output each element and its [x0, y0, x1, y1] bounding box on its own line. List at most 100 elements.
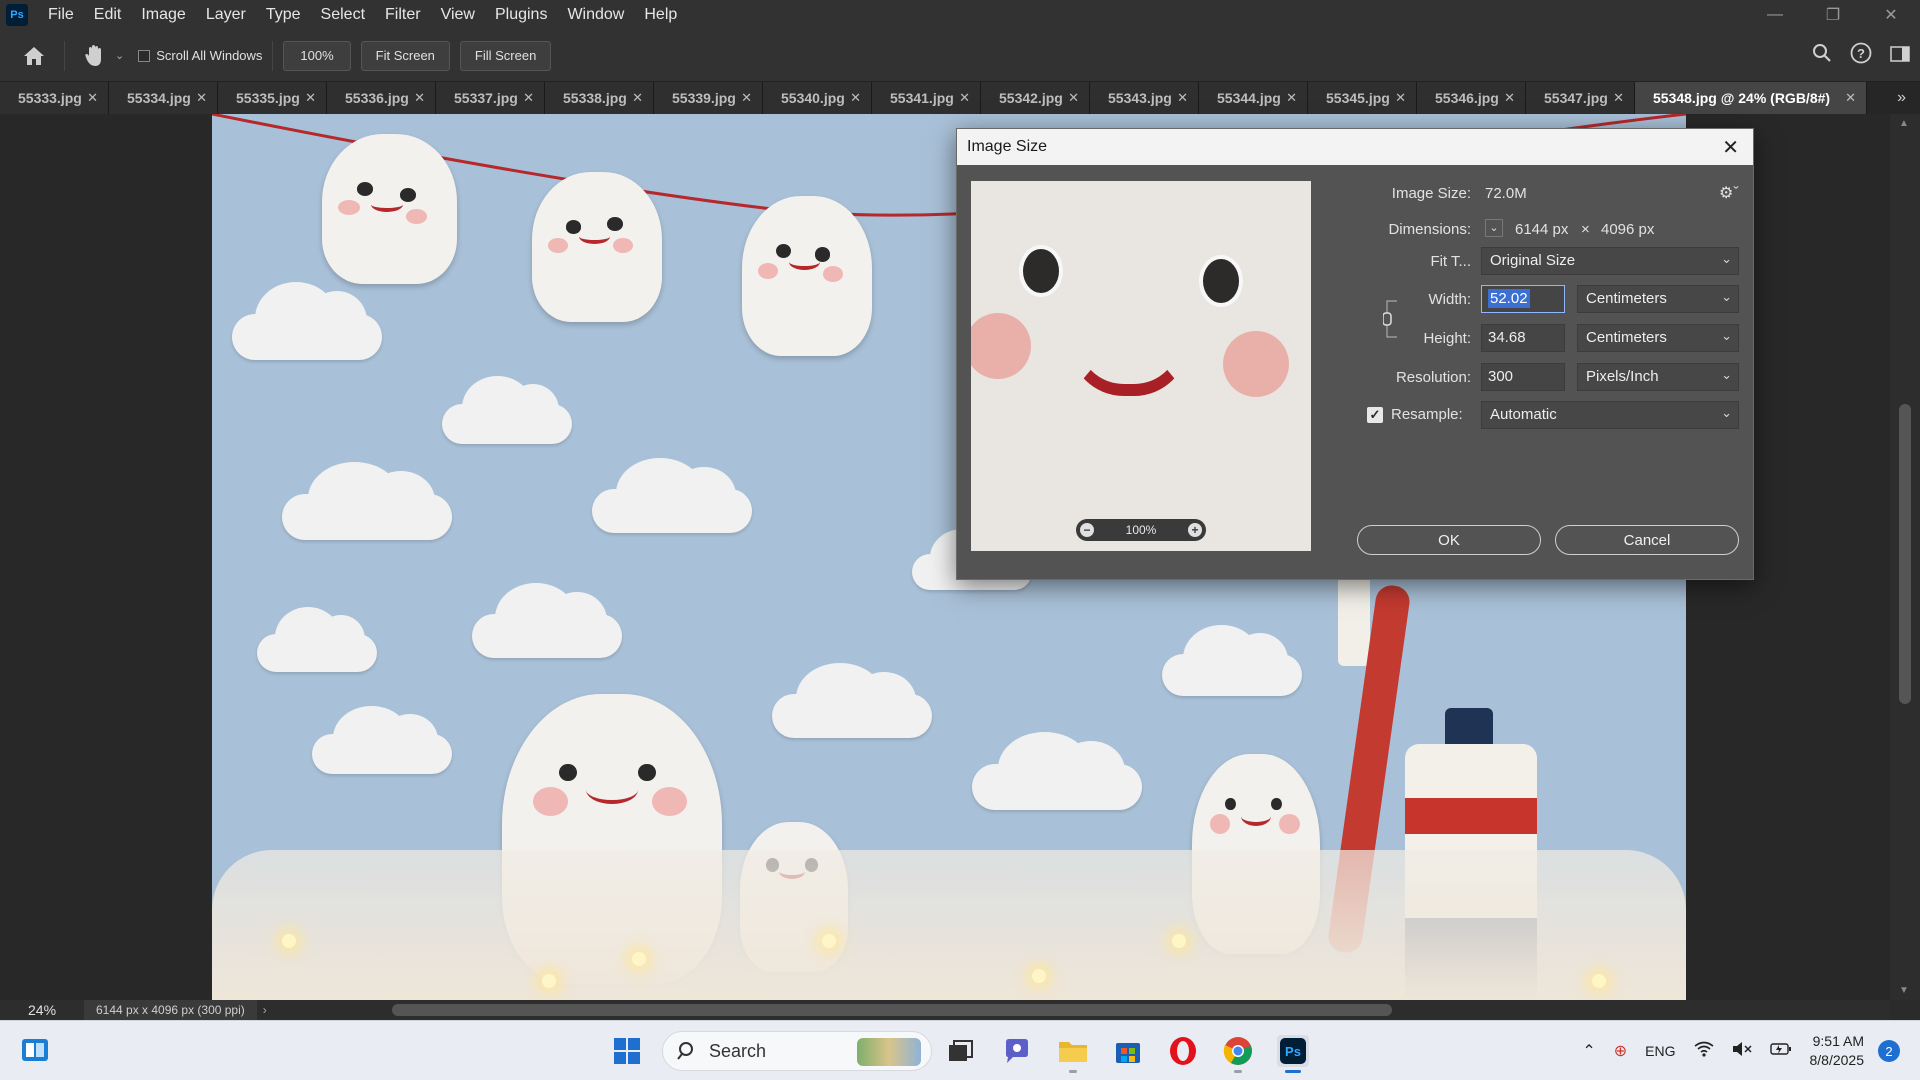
zoom-in-icon[interactable]: +	[1187, 523, 1202, 537]
menu-select[interactable]: Select	[311, 0, 375, 30]
menu-edit[interactable]: Edit	[84, 0, 132, 30]
restore-icon[interactable]: ❐	[1804, 0, 1862, 30]
battery-icon[interactable]	[1769, 1042, 1792, 1061]
menu-image[interactable]: Image	[131, 0, 195, 30]
opera-icon[interactable]	[1167, 1035, 1199, 1067]
tab-55335[interactable]: 55335.jpg ✕	[218, 82, 327, 114]
photoshop-logo-icon[interactable]: Ps	[6, 4, 28, 26]
close-icon[interactable]: ✕	[305, 90, 316, 106]
resolution-unit-dropdown[interactable]: Pixels/Inch ⌄	[1577, 363, 1739, 391]
menu-filter[interactable]: Filter	[375, 0, 431, 30]
help-icon[interactable]: ?	[1850, 42, 1872, 70]
chevron-right-icon[interactable]: ›	[263, 1003, 267, 1017]
close-icon[interactable]: ✕	[87, 90, 98, 106]
taskbar-search[interactable]: Search	[662, 1031, 932, 1071]
checkbox-box[interactable]	[138, 49, 151, 62]
tab-55342[interactable]: 55342.jpg ✕	[981, 82, 1090, 114]
chevron-up-icon[interactable]: ⌃	[1582, 1041, 1595, 1061]
home-icon[interactable]	[14, 38, 54, 74]
close-icon[interactable]: ✕	[1722, 135, 1739, 160]
language-indicator[interactable]: ENG	[1645, 1043, 1675, 1059]
height-input[interactable]: 34.68	[1481, 324, 1565, 352]
dialog-titlebar[interactable]: Image Size ✕	[957, 129, 1753, 165]
tab-55338[interactable]: 55338.jpg ✕	[545, 82, 654, 114]
fill-screen-button[interactable]: Fill Screen	[459, 40, 552, 71]
width-unit-dropdown[interactable]: Centimeters ⌄	[1577, 285, 1739, 313]
close-icon[interactable]: ✕	[1504, 90, 1515, 106]
image-preview[interactable]: − 100% +	[971, 181, 1311, 551]
clock[interactable]: 9:51 AM 8/8/2025	[1810, 1032, 1865, 1070]
tab-55348-active[interactable]: 55348.jpg @ 24% (RGB/8#) ✕	[1635, 82, 1867, 114]
menu-type[interactable]: Type	[256, 0, 311, 30]
resample-dropdown[interactable]: Automatic ⌄	[1481, 401, 1739, 429]
tab-55340[interactable]: 55340.jpg ✕	[763, 82, 872, 114]
tab-overflow-icon[interactable]: »	[1897, 82, 1906, 114]
document-info[interactable]: 6144 px x 4096 px (300 ppi)	[84, 1000, 257, 1020]
task-view-icon[interactable]	[945, 1035, 977, 1067]
scroll-all-windows-checkbox[interactable]: Scroll All Windows	[138, 48, 262, 63]
chevron-down-icon[interactable]: ⌄	[115, 49, 124, 62]
file-explorer-icon[interactable]	[1057, 1035, 1089, 1073]
tab-55344[interactable]: 55344.jpg ✕	[1199, 82, 1308, 114]
tab-55343[interactable]: 55343.jpg ✕	[1090, 82, 1199, 114]
resample-checkbox[interactable]: ✓	[1367, 407, 1383, 423]
close-icon[interactable]: ✕	[523, 90, 534, 106]
tab-55339[interactable]: 55339.jpg ✕	[654, 82, 763, 114]
photoshop-taskbar-icon[interactable]: Ps	[1277, 1035, 1309, 1073]
fit-screen-button[interactable]: Fit Screen	[360, 40, 450, 71]
close-icon[interactable]: ✕	[632, 90, 643, 106]
scroll-up-icon[interactable]: ▲	[1899, 118, 1909, 129]
fit-to-dropdown[interactable]: Original Size ⌄	[1481, 247, 1739, 275]
scroll-down-icon[interactable]: ▼	[1899, 985, 1909, 996]
chrome-icon[interactable]	[1222, 1035, 1254, 1073]
hand-tool-icon[interactable]	[75, 38, 115, 74]
widgets-icon[interactable]	[20, 1035, 50, 1065]
tab-55346[interactable]: 55346.jpg ✕	[1417, 82, 1526, 114]
close-icon[interactable]: ✕	[414, 90, 425, 106]
height-unit-dropdown[interactable]: Centimeters ⌄	[1577, 324, 1739, 352]
tab-55347[interactable]: 55347.jpg ✕	[1526, 82, 1635, 114]
tab-55345[interactable]: 55345.jpg ✕	[1308, 82, 1417, 114]
minimize-icon[interactable]: —	[1746, 0, 1804, 30]
volume-muted-icon[interactable]	[1732, 1041, 1752, 1062]
close-icon[interactable]: ✕	[850, 90, 861, 106]
menu-help[interactable]: Help	[634, 0, 687, 30]
wifi-icon[interactable]	[1694, 1041, 1714, 1062]
zoom-100-button[interactable]: 100%	[283, 40, 351, 71]
notification-badge[interactable]: 2	[1878, 1040, 1900, 1062]
search-icon[interactable]	[1812, 43, 1832, 69]
close-icon[interactable]: ✕	[959, 90, 970, 106]
vertical-scroll-thumb[interactable]	[1899, 404, 1911, 704]
tab-55333[interactable]: 55333.jpg ✕	[0, 82, 109, 114]
close-icon[interactable]: ✕	[1845, 90, 1856, 106]
resolution-input[interactable]: 300	[1481, 363, 1565, 391]
tab-55334[interactable]: 55334.jpg ✕	[109, 82, 218, 114]
tab-55336[interactable]: 55336.jpg ✕	[327, 82, 436, 114]
workspace-icon[interactable]	[1890, 45, 1910, 68]
close-icon[interactable]: ✕	[741, 90, 752, 106]
close-icon[interactable]: ✕	[196, 90, 207, 106]
close-icon[interactable]: ✕	[1395, 90, 1406, 106]
close-icon[interactable]: ✕	[1286, 90, 1297, 106]
zoom-out-icon[interactable]: −	[1080, 523, 1094, 537]
vertical-scrollbar[interactable]: ▲ ▼	[1890, 114, 1920, 1000]
menu-layer[interactable]: Layer	[196, 0, 256, 30]
menu-plugins[interactable]: Plugins	[485, 0, 557, 30]
close-icon[interactable]: ✕	[1177, 90, 1188, 106]
close-icon[interactable]: ✕	[1613, 90, 1624, 106]
tab-55337[interactable]: 55337.jpg ✕	[436, 82, 545, 114]
horizontal-scrollbar[interactable]	[312, 1000, 1890, 1020]
meet-icon[interactable]	[1001, 1035, 1033, 1067]
horizontal-scroll-thumb[interactable]	[392, 1004, 1392, 1016]
chevron-down-icon[interactable]: ⌄	[1485, 219, 1503, 237]
start-icon[interactable]	[611, 1035, 643, 1067]
tab-55341[interactable]: 55341.jpg ✕	[872, 82, 981, 114]
menu-window[interactable]: Window	[557, 0, 634, 30]
menu-view[interactable]: View	[431, 0, 485, 30]
menu-file[interactable]: File	[38, 0, 84, 30]
ok-button[interactable]: OK	[1357, 525, 1541, 555]
gear-icon[interactable]: ⚙ˇ	[1719, 183, 1739, 203]
microsoft-store-icon[interactable]	[1112, 1035, 1144, 1067]
cancel-button[interactable]: Cancel	[1555, 525, 1739, 555]
width-input[interactable]: 52.02	[1481, 285, 1565, 313]
